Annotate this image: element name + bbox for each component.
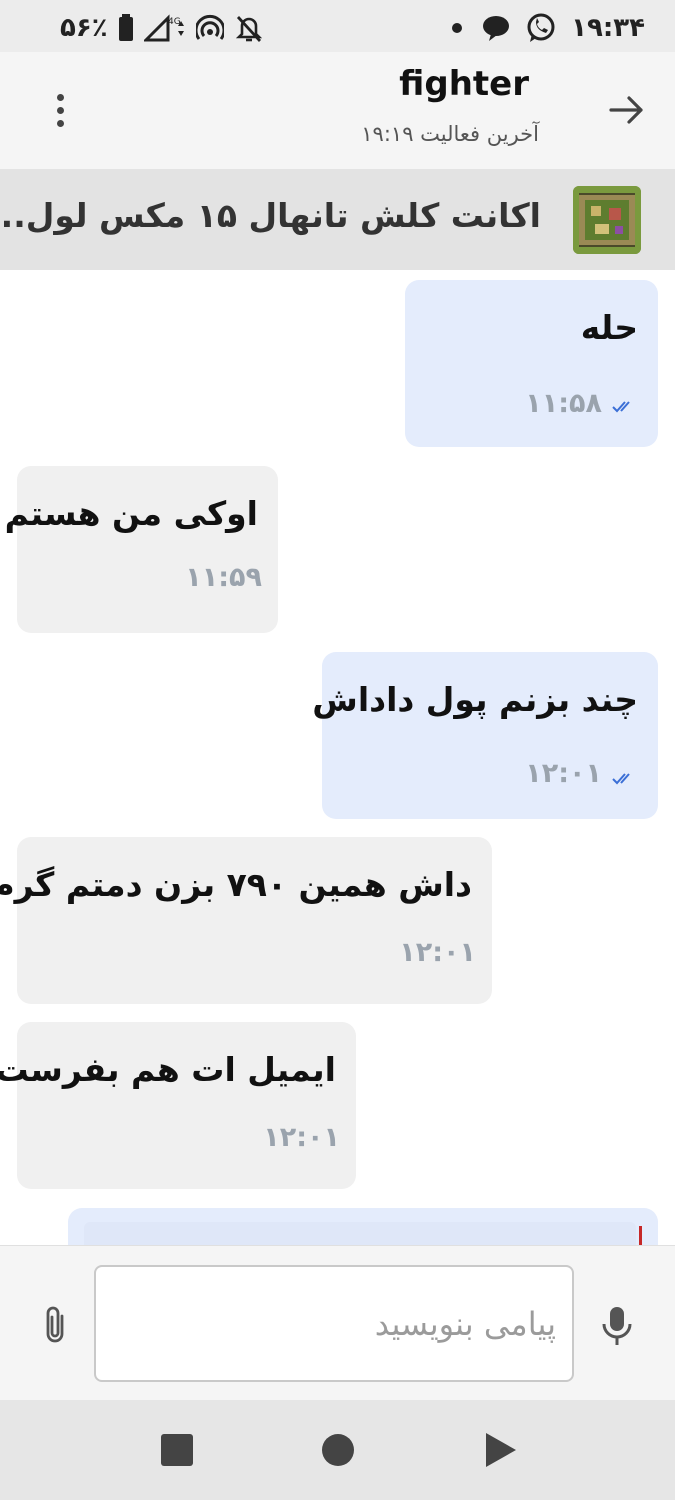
- double-check-icon: [612, 401, 630, 413]
- recents-button[interactable]: [161, 1434, 193, 1466]
- message-bubble-outgoing[interactable]: [68, 1208, 658, 1245]
- listing-banner[interactable]: اکانت کلش تانهال ۱۵ مکس لول...: [0, 170, 675, 270]
- paperclip-icon[interactable]: [36, 1304, 74, 1344]
- message-time: ۱۱:۵۹: [185, 562, 262, 593]
- microphone-icon[interactable]: [599, 1304, 635, 1348]
- message-time: ۱۲:۰۱: [263, 1122, 340, 1153]
- message-input[interactable]: [94, 1265, 574, 1382]
- listing-thumbnail: [573, 186, 641, 254]
- listing-title: اکانت کلش تانهال ۱۵ مکس لول...: [0, 196, 541, 235]
- message-bubble-incoming[interactable]: اوکی من هستم ۱۱:۵۹: [5, 466, 278, 633]
- dot-icon: [452, 23, 463, 33]
- menu-dot: [56, 93, 64, 101]
- message-text: چند بزنم پول داداش: [312, 680, 638, 719]
- home-button[interactable]: [322, 1434, 354, 1466]
- mute-icon: [235, 16, 262, 42]
- reply-quote-bar: [639, 1226, 642, 1245]
- last-seen: آخرین فعالیت ۱۹:۱۹: [361, 122, 539, 146]
- arrow-right-icon[interactable]: [605, 88, 649, 132]
- double-check-icon: [612, 773, 630, 785]
- back-nav-button[interactable]: [486, 1433, 516, 1467]
- listing-image-icon: [573, 186, 641, 254]
- clock: ۱۹:۳۴: [571, 13, 645, 43]
- battery-icon: [118, 14, 133, 41]
- hotspot-icon: [195, 14, 224, 40]
- battery-percent: ۵۶٪: [60, 13, 108, 43]
- message-time: ۱۱:۵۸: [525, 388, 602, 419]
- contact-name[interactable]: fighter: [399, 64, 529, 104]
- whatsapp-icon: [527, 13, 555, 42]
- menu-dot: [56, 119, 64, 127]
- menu-dot: [56, 106, 64, 114]
- message-time: ۱۲:۰۱: [525, 758, 602, 789]
- message-bubble-incoming[interactable]: داش همین ۷۹۰ بزن دمتم گرم ۱۲:۰۱: [0, 837, 492, 1004]
- system-nav-bar: [0, 1400, 675, 1500]
- message-list[interactable]: حله ۱۱:۵۸ اوکی من هستم ۱۱:۵۹ چند بزنم پو…: [0, 270, 675, 1245]
- message-text: داش همین ۷۹۰ بزن دمتم گرم: [0, 865, 472, 904]
- message-text: ایمیل ات هم بفرست: [0, 1050, 336, 1089]
- message-bubble-outgoing[interactable]: چند بزنم پول داداش ۱۲:۰۱: [312, 652, 658, 819]
- signal-icon: 4G: [143, 14, 184, 42]
- message-bubble-incoming[interactable]: ایمیل ات هم بفرست ۱۲:۰۱: [0, 1022, 356, 1189]
- chat-icon: [483, 16, 510, 41]
- chat-header: fighter آخرین فعالیت ۱۹:۱۹: [0, 52, 675, 170]
- reply-quote: [84, 1222, 636, 1245]
- status-left: ۵۶٪ 4G: [60, 10, 264, 46]
- message-composer: [0, 1245, 675, 1400]
- message-time: ۱۲:۰۱: [399, 937, 476, 968]
- status-bar: ۵۶٪ 4G ۱۹:۳۴: [0, 0, 675, 52]
- message-text: اوکی من هستم: [4, 494, 258, 533]
- message-text: حله: [580, 308, 638, 347]
- status-right: ۱۹:۳۴: [447, 10, 645, 46]
- message-bubble-outgoing[interactable]: حله ۱۱:۵۸: [405, 280, 658, 447]
- more-vert-icon[interactable]: [38, 88, 82, 132]
